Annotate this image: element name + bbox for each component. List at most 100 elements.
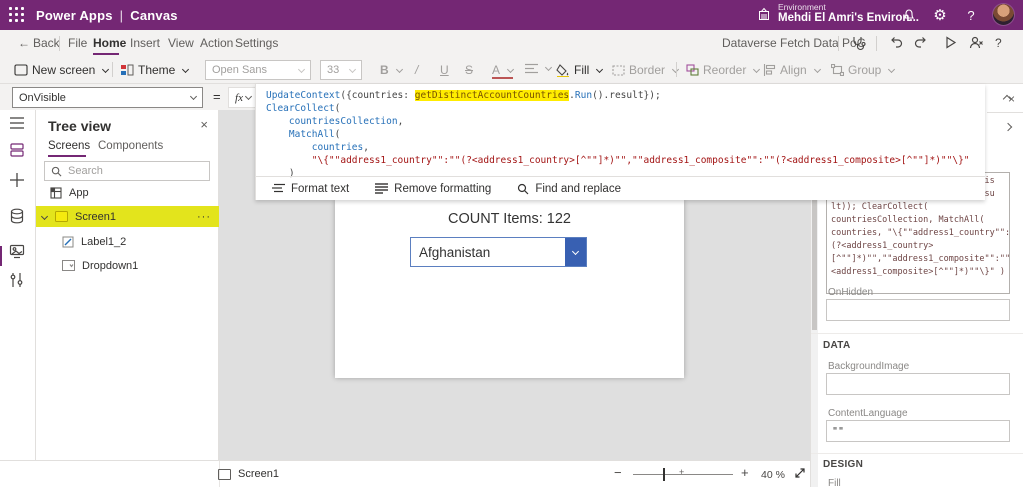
- play-preview-icon[interactable]: [943, 35, 958, 50]
- background-image-input[interactable]: [826, 373, 1010, 395]
- tree-view-icon[interactable]: [9, 142, 27, 160]
- align-objects-icon: [763, 64, 776, 76]
- fit-to-window-icon[interactable]: [793, 466, 807, 480]
- status-bar: Screen1 − + + 40 %: [0, 460, 810, 487]
- collapse-formula-bar-chevron-icon[interactable]: [995, 88, 1019, 106]
- search-placeholder: Search: [68, 165, 103, 177]
- app-checker-icon[interactable]: [850, 35, 866, 51]
- product-label: Canvas: [130, 8, 177, 23]
- menu-file[interactable]: File: [68, 36, 87, 50]
- ribbon-toolbar: New screen Theme Open Sans 33 B / U S A …: [0, 57, 1023, 84]
- tree-item-dropdown1[interactable]: Dropdown1: [36, 255, 219, 276]
- formula-code[interactable]: UpdateContext({countries: getDistinctAcc…: [266, 89, 981, 180]
- bold-button[interactable]: B: [380, 63, 402, 77]
- theme-button[interactable]: Theme: [121, 63, 188, 77]
- menubar: ← Back File Home Insert View Action Sett…: [0, 30, 1023, 57]
- underline-button[interactable]: U: [440, 63, 449, 77]
- back-arrow-icon[interactable]: ←: [18, 36, 30, 50]
- notifications-bell-icon[interactable]: [898, 5, 920, 25]
- screen1-overflow-menu[interactable]: ···: [197, 211, 211, 223]
- search-icon: [51, 166, 62, 177]
- back-button[interactable]: Back: [33, 36, 60, 50]
- fill-button[interactable]: Fill: [556, 63, 602, 77]
- group-button[interactable]: Group: [831, 63, 894, 77]
- share-person-icon[interactable]: [968, 35, 984, 51]
- country-dropdown[interactable]: Afghanistan: [410, 237, 587, 267]
- formula-bar[interactable]: UpdateContext({countries: getDistinctAcc…: [255, 84, 985, 200]
- statusbar-screen1[interactable]: Screen1: [218, 468, 279, 480]
- expand-panel-chevron-icon[interactable]: [999, 118, 1017, 136]
- close-tree-view-icon[interactable]: ×: [200, 117, 208, 132]
- font-color-button[interactable]: A: [492, 63, 513, 79]
- formula-format-bar: Format text Remove formatting Find and r…: [256, 176, 985, 200]
- background-image-label: BackgroundImage: [828, 361, 909, 372]
- font-size-select[interactable]: 33: [320, 60, 362, 80]
- menubar-help-button[interactable]: ?: [995, 36, 1002, 50]
- equals-sign: =: [213, 89, 221, 104]
- tab-screens[interactable]: Screens: [48, 140, 90, 152]
- tree-search-box[interactable]: Search: [44, 161, 210, 181]
- insert-plus-icon[interactable]: [9, 172, 27, 190]
- remove-formatting-icon: [375, 183, 388, 194]
- user-avatar[interactable]: [992, 3, 1015, 26]
- remove-formatting-button[interactable]: Remove formatting: [375, 183, 491, 195]
- hamburger-menu-icon[interactable]: [9, 116, 27, 134]
- tab-components[interactable]: Components: [98, 140, 163, 152]
- find-and-replace-button[interactable]: Find and replace: [517, 183, 621, 195]
- border-button[interactable]: Border: [612, 63, 678, 77]
- menu-settings[interactable]: Settings: [235, 36, 278, 50]
- panel-scrollbar[interactable]: [811, 200, 818, 487]
- screen1-icon: [55, 211, 68, 222]
- tree-item-app[interactable]: App: [36, 182, 219, 203]
- content-language-input[interactable]: "": [826, 420, 1010, 442]
- redo-icon[interactable]: [913, 35, 929, 51]
- fill-bucket-icon: [556, 64, 570, 77]
- menu-action[interactable]: Action: [200, 36, 233, 50]
- strikethrough-button[interactable]: S: [465, 63, 473, 77]
- align-objects-button[interactable]: Align: [763, 63, 820, 77]
- zoom-midpoint-tick: +: [679, 467, 684, 477]
- tree-item-screen1[interactable]: Screen1 ···: [36, 206, 219, 227]
- settings-gear-icon[interactable]: ⚙: [929, 5, 951, 25]
- format-text-icon: [272, 183, 285, 194]
- new-screen-button[interactable]: New screen: [14, 63, 108, 77]
- screen-thumbnail-icon: [218, 469, 231, 480]
- design-section-header: DESIGN: [823, 459, 863, 470]
- data-section-header: DATA: [823, 340, 851, 351]
- content-language-label: ContentLanguage: [828, 408, 908, 419]
- data-sources-icon[interactable]: [9, 208, 27, 226]
- format-text-button[interactable]: Format text: [272, 183, 349, 195]
- align-lines-icon: [525, 63, 538, 74]
- text-align-button[interactable]: [525, 63, 551, 74]
- waffle-menu-icon[interactable]: [9, 7, 25, 23]
- advanced-tools-icon[interactable]: [9, 272, 27, 290]
- zoom-percentage: 40 %: [761, 469, 785, 481]
- brand-label: Power Apps: [36, 8, 113, 23]
- zoom-out-button[interactable]: −: [614, 465, 622, 480]
- property-selector-row: OnVisible =: [0, 84, 255, 110]
- reorder-icon: [686, 64, 699, 76]
- app-name: Dataverse Fetch Data PoC: [722, 36, 865, 50]
- property-dropdown[interactable]: OnVisible: [12, 87, 203, 108]
- tree-view-title: Tree view: [48, 118, 111, 134]
- border-icon: [612, 65, 625, 76]
- reorder-button[interactable]: Reorder: [686, 63, 759, 77]
- italic-button[interactable]: /: [415, 63, 418, 77]
- onhidden-input[interactable]: [826, 299, 1010, 321]
- fx-dropdown[interactable]: fx: [228, 87, 258, 108]
- dropdown-chevron-icon[interactable]: [565, 238, 586, 266]
- new-screen-icon: [14, 64, 28, 76]
- font-family-select[interactable]: Open Sans: [205, 60, 311, 80]
- tree-item-label1-2[interactable]: Label1_2: [36, 231, 219, 252]
- menu-home[interactable]: Home: [93, 36, 126, 50]
- screen1-artboard[interactable]: COUNT Items: 122 Afghanistan: [335, 200, 684, 378]
- zoom-in-button[interactable]: +: [741, 465, 749, 480]
- zoom-slider-handle[interactable]: [663, 468, 665, 481]
- undo-icon[interactable]: [888, 35, 904, 51]
- menu-insert[interactable]: Insert: [130, 36, 160, 50]
- header-help-button[interactable]: ?: [960, 5, 982, 25]
- dropdown-icon: [62, 260, 75, 271]
- count-items-label[interactable]: COUNT Items: 122: [335, 211, 684, 227]
- media-icon[interactable]: [9, 244, 27, 262]
- menu-view[interactable]: View: [168, 36, 194, 50]
